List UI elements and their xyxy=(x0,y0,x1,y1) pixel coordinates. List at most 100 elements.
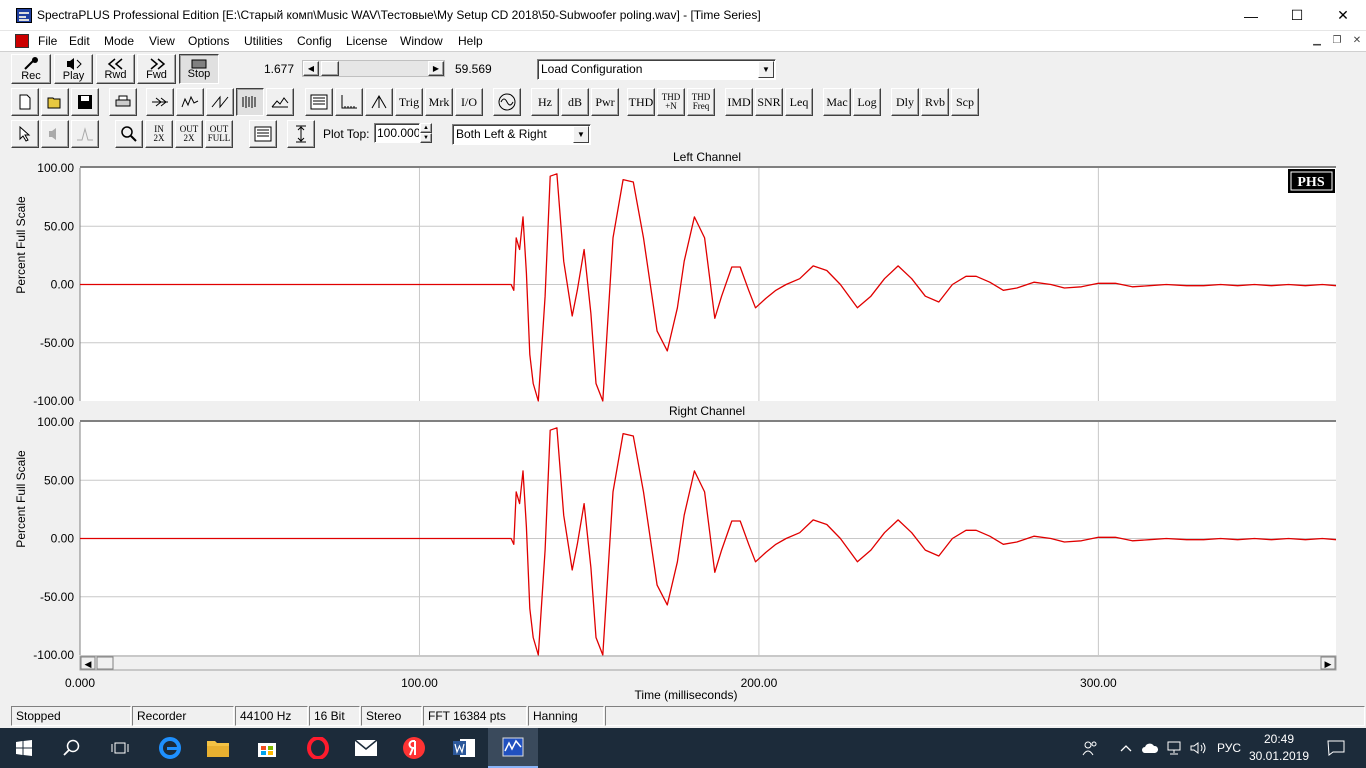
scroll-left-arrow[interactable]: ◀ xyxy=(303,61,319,76)
open-file-button[interactable] xyxy=(41,88,69,116)
log-button[interactable]: Log xyxy=(853,88,881,116)
thd-button[interactable]: THD xyxy=(627,88,655,116)
people-button[interactable] xyxy=(1070,728,1110,768)
folder-icon xyxy=(207,741,229,757)
menu-help[interactable]: Help xyxy=(458,34,483,48)
spinner-down-arrow[interactable]: ▼ xyxy=(420,133,432,143)
taskbar-yandex-browser[interactable] xyxy=(390,728,438,768)
taskbar-spectraplus[interactable] xyxy=(488,728,538,768)
db-button[interactable]: dB xyxy=(561,88,589,116)
taskbar-opera[interactable] xyxy=(294,728,342,768)
3d-surface-button[interactable] xyxy=(266,88,294,116)
status-window: Hanning xyxy=(528,706,604,726)
plot-settings-button[interactable] xyxy=(249,120,277,148)
marker-button[interactable]: Mrk xyxy=(425,88,453,116)
axis-button[interactable] xyxy=(335,88,363,116)
minimize-button[interactable]: — xyxy=(1228,0,1274,31)
sawtooth-button[interactable] xyxy=(206,88,234,116)
menu-license[interactable]: License xyxy=(346,34,387,48)
zoom-in-2x-button[interactable]: IN 2X xyxy=(145,120,173,148)
peak-button[interactable] xyxy=(71,120,99,148)
app-icon[interactable] xyxy=(16,8,32,23)
spinner-up-arrow[interactable]: ▲ xyxy=(420,123,432,133)
filter-button[interactable] xyxy=(146,88,174,116)
stop-button[interactable]: Stop xyxy=(179,54,219,84)
thd-n-button[interactable]: THD +N xyxy=(657,88,685,116)
close-button[interactable]: ✕ xyxy=(1320,0,1366,31)
zoom-button[interactable] xyxy=(115,120,143,148)
tray-volume[interactable] xyxy=(1186,728,1212,768)
load-configuration-select[interactable]: Load Configuration ▼ xyxy=(537,59,776,80)
mdi-minimize-button[interactable]: ▁ xyxy=(1310,34,1324,48)
channel-select[interactable]: Both Left & Right ▼ xyxy=(452,124,591,145)
clock[interactable]: 20:49 30.01.2019 xyxy=(1246,728,1312,768)
action-center-button[interactable] xyxy=(1316,728,1356,768)
forward-button[interactable]: Fwd xyxy=(137,54,176,84)
new-file-button[interactable] xyxy=(11,88,39,116)
horizontal-scrollbar[interactable]: ◀ ▶ xyxy=(79,655,1337,671)
hz-button[interactable]: Hz xyxy=(531,88,559,116)
time-scrollbar[interactable]: ◀ ▶ xyxy=(302,60,445,77)
menu-options[interactable]: Options xyxy=(188,34,229,48)
scroll-right-arrow[interactable]: ▶ xyxy=(428,61,444,76)
document-icon[interactable] xyxy=(15,34,29,48)
taskbar-edge[interactable] xyxy=(146,728,194,768)
play-button[interactable]: Play xyxy=(54,54,93,84)
leq-button[interactable]: Leq xyxy=(785,88,813,116)
save-file-button[interactable] xyxy=(71,88,99,116)
io-button[interactable]: I/O xyxy=(455,88,483,116)
tray-onedrive[interactable] xyxy=(1138,728,1162,768)
mdi-close-button[interactable]: ✕ xyxy=(1350,34,1364,48)
snr-button[interactable]: SNR xyxy=(755,88,783,116)
taskbar-word[interactable] xyxy=(440,728,488,768)
menu-utilities[interactable]: Utilities xyxy=(244,34,283,48)
scope-button[interactable]: Scp xyxy=(951,88,979,116)
maximize-button[interactable]: ☐ xyxy=(1274,0,1320,31)
menu-window[interactable]: Window xyxy=(400,34,443,48)
delay-button[interactable]: Dly xyxy=(891,88,919,116)
record-button[interactable]: Rec xyxy=(11,54,51,84)
imd-button[interactable]: IMD xyxy=(725,88,753,116)
search-button[interactable] xyxy=(48,728,96,768)
language-indicator[interactable]: РУС xyxy=(1212,728,1246,768)
macro-button[interactable]: Mac xyxy=(823,88,851,116)
menu-view[interactable]: View xyxy=(149,34,175,48)
taskbar-mail[interactable] xyxy=(342,728,390,768)
speaker-cursor-button[interactable] xyxy=(41,120,69,148)
tray-show-hidden-button[interactable] xyxy=(1114,728,1138,768)
weighting-button[interactable] xyxy=(365,88,393,116)
tray-network[interactable] xyxy=(1162,728,1186,768)
right-channel-title: Right Channel xyxy=(669,404,745,418)
spectrum-edit-button[interactable] xyxy=(176,88,204,116)
vertical-scale-button[interactable] xyxy=(287,120,315,148)
thd-freq-button[interactable]: THD Freq xyxy=(687,88,715,116)
mdi-restore-button[interactable]: ❐ xyxy=(1330,34,1344,48)
scroll-thumb[interactable] xyxy=(321,61,339,76)
menu-file[interactable]: File xyxy=(38,34,57,48)
rewind-button[interactable]: Rwd xyxy=(96,54,135,84)
zoom-out-full-button[interactable]: OUT FULL xyxy=(205,120,233,148)
phs-badge[interactable]: PHS xyxy=(1288,169,1335,193)
people-icon xyxy=(1082,741,1097,756)
zoom-out-2x-button[interactable]: OUT 2X xyxy=(175,120,203,148)
trigger-button[interactable]: Trig xyxy=(395,88,423,116)
time-series-plot[interactable]: 100.00 50.00 0.00 -50.00 -100.00 100.00 50.00… xyxy=(8,149,1360,705)
signal-generator-button[interactable] xyxy=(493,88,521,116)
menu-edit[interactable]: Edit xyxy=(69,34,90,48)
taskbar-file-explorer[interactable] xyxy=(194,728,242,768)
time-series-button[interactable] xyxy=(236,88,264,116)
fast-forward-icon xyxy=(150,57,165,70)
plot-top-spinner[interactable]: ▲ ▼ xyxy=(420,123,432,143)
menu-config[interactable]: Config xyxy=(297,34,332,48)
task-view-button[interactable] xyxy=(96,728,144,768)
power-button[interactable]: Pwr xyxy=(591,88,619,116)
menu-mode[interactable]: Mode xyxy=(104,34,134,48)
reverb-button[interactable]: Rvb xyxy=(921,88,949,116)
start-button[interactable] xyxy=(0,728,48,768)
taskbar-store[interactable] xyxy=(243,728,291,768)
print-button[interactable] xyxy=(109,88,137,116)
plot-top-input[interactable]: 100.000 xyxy=(374,123,420,143)
panel-button[interactable] xyxy=(305,88,333,116)
pointer-button[interactable] xyxy=(11,120,39,148)
hscroll-thumb[interactable] xyxy=(96,656,114,670)
